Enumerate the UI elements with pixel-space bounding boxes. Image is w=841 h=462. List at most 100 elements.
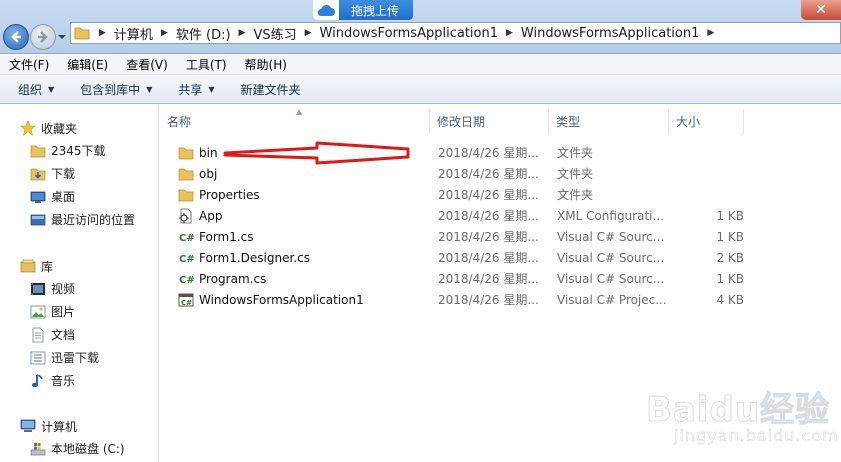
column-header-date[interactable]: 修改日期	[430, 109, 549, 134]
share-button[interactable]: 共享 ▼	[170, 81, 222, 98]
file-name-cell[interactable]: App	[160, 208, 430, 224]
file-row[interactable]: bin 2018/4/26 星期... 文件夹	[160, 142, 841, 163]
close-button[interactable]: ✕	[801, 0, 841, 20]
breadcrumb-separator-icon[interactable]: ▶	[155, 28, 174, 38]
nav-item-documents[interactable]: 文档	[0, 323, 159, 346]
nav-item-local-disk-c[interactable]: 本地磁盘 (C:)	[0, 437, 159, 460]
breadcrumb-project-folder[interactable]: WindowsFormsApplication1	[519, 26, 701, 41]
nav-item-music[interactable]: 音乐	[0, 369, 159, 392]
file-type: Visual C# Sourc...	[557, 229, 665, 244]
nav-item-pictures[interactable]: 图片	[0, 300, 159, 323]
forward-arrow-icon	[38, 31, 48, 43]
file-name-cell[interactable]: Properties	[160, 187, 430, 203]
nav-item-videos[interactable]: 视频	[0, 277, 159, 300]
nav-item-label: 图片	[51, 305, 76, 319]
nav-item-recent-places[interactable]: 最近访问的位置	[0, 208, 159, 231]
file-date: 2018/4/26 星期...	[438, 167, 539, 181]
computer-group: 计算机 本地磁盘 (C:)	[0, 415, 159, 460]
file-name: Program.cs	[199, 271, 267, 286]
file-row[interactable]: C# Form1.cs 2018/4/26 星期... Visual C# Sourc…	[160, 226, 841, 247]
back-arrow-icon	[11, 31, 21, 43]
nav-item-label: 桌面	[51, 190, 76, 204]
file-list-pane: ▲ 名称 修改日期 类型 大小 bin 2018/4/26 星期... 文件夹 obj…	[160, 105, 841, 462]
menu-edit[interactable]: 编辑(E)	[58, 56, 117, 73]
nav-libraries[interactable]: 库	[0, 255, 159, 277]
organize-label: 组织	[18, 83, 43, 97]
cloud-icon	[313, 0, 339, 20]
drag-upload-button[interactable]: 拖拽上传	[313, 0, 413, 20]
file-date: 2018/4/26 星期...	[438, 251, 539, 265]
include-in-library-button[interactable]: 包含到库中 ▼	[72, 81, 160, 98]
svg-text:C#: C#	[179, 233, 194, 244]
nav-favorites-label: 收藏夹	[41, 121, 78, 136]
nav-item-thunder-downloads[interactable]: 迅雷下载	[0, 346, 159, 369]
file-name: WindowsFormsApplication1	[199, 292, 364, 307]
file-row[interactable]: C# WindowsFormsApplication1 2018/4/26 星期..…	[160, 289, 841, 310]
breadcrumb-separator-icon[interactable]: ▶	[500, 28, 519, 38]
file-row[interactable]: C# Form1.Designer.cs 2018/4/26 星期... Visual…	[160, 247, 841, 268]
file-name-cell[interactable]: obj	[160, 166, 430, 182]
file-size: 1 KB	[716, 229, 744, 244]
file-date: 2018/4/26 星期...	[438, 293, 539, 307]
file-name-cell[interactable]: C# Form1.Designer.cs	[160, 250, 430, 266]
file-row[interactable]: obj 2018/4/26 星期... 文件夹	[160, 163, 841, 184]
menu-view[interactable]: 查看(V)	[117, 56, 177, 73]
breadcrumb-separator-icon[interactable]: ▶	[701, 28, 720, 38]
file-size: 4 KB	[716, 292, 744, 307]
svg-text:C#: C#	[179, 254, 194, 265]
sort-ascending-icon: ▲	[296, 107, 303, 116]
computer-icon	[20, 418, 36, 434]
file-row[interactable]: C# Program.cs 2018/4/26 星期... Visual C# Sou…	[160, 268, 841, 289]
nav-favorites[interactable]: 收藏夹	[0, 117, 159, 139]
csharp-project-icon: C#	[178, 292, 194, 308]
file-date: 2018/4/26 星期...	[438, 230, 539, 244]
new-folder-button[interactable]: 新建文件夹	[233, 81, 309, 98]
file-name-cell[interactable]: C# Program.cs	[160, 271, 430, 287]
breadcrumb-separator-icon[interactable]: ▶	[233, 28, 252, 38]
file-type: Visual C# Sourc...	[557, 271, 665, 286]
window-titlebar: 拖拽上传 ✕ ▶ 计算机 ▶ 软件 (D:) ▶ VS练习 ▶ WindowsF…	[0, 0, 841, 54]
breadcrumb-separator-icon[interactable]: ▶	[299, 28, 318, 38]
menu-tools[interactable]: 工具(T)	[177, 56, 236, 73]
file-size: 2 KB	[716, 250, 744, 265]
config-file-icon	[178, 208, 194, 224]
column-header-size[interactable]: 大小	[669, 109, 744, 134]
recent-pages-dropdown-icon[interactable]	[58, 33, 66, 41]
nav-item-label: 音乐	[51, 374, 76, 388]
column-header-name[interactable]: ▲ 名称	[160, 107, 430, 134]
file-name-cell[interactable]: C# Form1.cs	[160, 229, 430, 245]
file-name-cell[interactable]: bin	[160, 145, 430, 161]
folder-icon	[30, 143, 46, 159]
nav-item-label: 最近访问的位置	[51, 213, 136, 227]
file-name-cell[interactable]: C# WindowsFormsApplication1	[160, 292, 430, 308]
new-folder-label: 新建文件夹	[240, 83, 301, 97]
organize-button[interactable]: 组织 ▼	[10, 81, 62, 98]
column-header-name-label: 名称	[167, 115, 192, 129]
menu-file[interactable]: 文件(F)	[0, 56, 58, 73]
breadcrumb-computer[interactable]: 计算机	[112, 24, 155, 43]
column-header-size-label: 大小	[676, 115, 701, 129]
file-date: 2018/4/26 星期...	[438, 272, 539, 286]
file-row[interactable]: App 2018/4/26 星期... XML Configurati... 1 KB	[160, 205, 841, 226]
column-header-type[interactable]: 类型	[549, 109, 669, 134]
address-bar[interactable]: ▶ 计算机 ▶ 软件 (D:) ▶ VS练习 ▶ WindowsFormsApp…	[70, 22, 841, 44]
breadcrumb-separator-icon[interactable]: ▶	[93, 28, 112, 38]
nav-item-2345-downloads[interactable]: 2345下载	[0, 139, 159, 162]
breadcrumb-vs-practice[interactable]: VS练习	[251, 24, 298, 43]
menu-help[interactable]: 帮助(H)	[236, 56, 296, 73]
svg-text:C#: C#	[179, 275, 194, 286]
star-icon	[20, 120, 36, 136]
pictures-icon	[30, 304, 46, 320]
breadcrumb-drive-d[interactable]: 软件 (D:)	[174, 24, 233, 43]
folder-icon	[178, 166, 194, 182]
nav-item-desktop[interactable]: 桌面	[0, 185, 159, 208]
csharp-file-icon: C#	[178, 229, 194, 245]
breadcrumb-solution-folder[interactable]: WindowsFormsApplication1	[318, 26, 500, 41]
forward-button[interactable]	[30, 24, 56, 50]
back-button[interactable]	[3, 24, 29, 50]
nav-item-downloads[interactable]: 下载	[0, 162, 159, 185]
file-row[interactable]: Properties 2018/4/26 星期... 文件夹	[160, 184, 841, 205]
column-header-date-label: 修改日期	[437, 115, 486, 129]
file-name: App	[199, 208, 223, 223]
nav-computer[interactable]: 计算机	[0, 415, 159, 437]
